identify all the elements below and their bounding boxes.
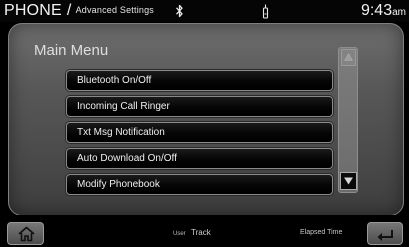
screen-title: PHONE / Advanced Settings	[4, 2, 154, 20]
track-label: Track	[191, 228, 211, 237]
screen-title-main: PHONE	[4, 2, 62, 19]
txt-msg-notification-button[interactable]: Txt Msg Notification	[66, 122, 333, 143]
bottom-bar: User Track Elapsed Time	[0, 215, 409, 247]
home-button[interactable]	[7, 222, 44, 245]
clock-time: 9:43	[360, 2, 393, 19]
bluetooth-icon	[176, 4, 183, 18]
back-arrow-icon	[377, 230, 393, 241]
menu-item-label: Modify Phonebook	[77, 179, 160, 190]
back-button[interactable]	[367, 222, 403, 245]
clock-ampm: am	[392, 7, 406, 18]
home-icon	[18, 226, 35, 242]
bluetooth-on-off-button[interactable]: Bluetooth On/Off	[66, 70, 333, 91]
modify-phonebook-button[interactable]: Modify Phonebook	[66, 174, 333, 195]
menu-item-label: Bluetooth On/Off	[77, 75, 152, 86]
title-separator: /	[66, 2, 72, 19]
menu-item-label: Txt Msg Notification	[77, 127, 165, 138]
elapsed-time-label: Elapsed Time	[300, 229, 343, 236]
incoming-call-ringer-button[interactable]: Incoming Call Ringer	[66, 96, 333, 117]
menu-item-label: Incoming Call Ringer	[77, 101, 170, 112]
panel-title: Main Menu	[34, 42, 109, 59]
phone-signal-icon	[262, 4, 269, 19]
menu-item-label: Auto Download On/Off	[77, 153, 177, 164]
scroll-up-arrow-icon	[344, 53, 353, 61]
auto-download-on-off-button[interactable]: Auto Download On/Off	[66, 148, 333, 169]
clock: 9:43am	[361, 2, 406, 20]
scroll-down-arrow-icon	[344, 177, 353, 185]
scroll-down-button[interactable]	[340, 172, 357, 190]
screen-subtitle: Advanced Settings	[75, 4, 155, 15]
status-bar: PHONE / Advanced Settings 9:43am	[0, 0, 409, 22]
user-label: User	[173, 231, 186, 237]
scroll-up-button[interactable]	[341, 49, 356, 66]
